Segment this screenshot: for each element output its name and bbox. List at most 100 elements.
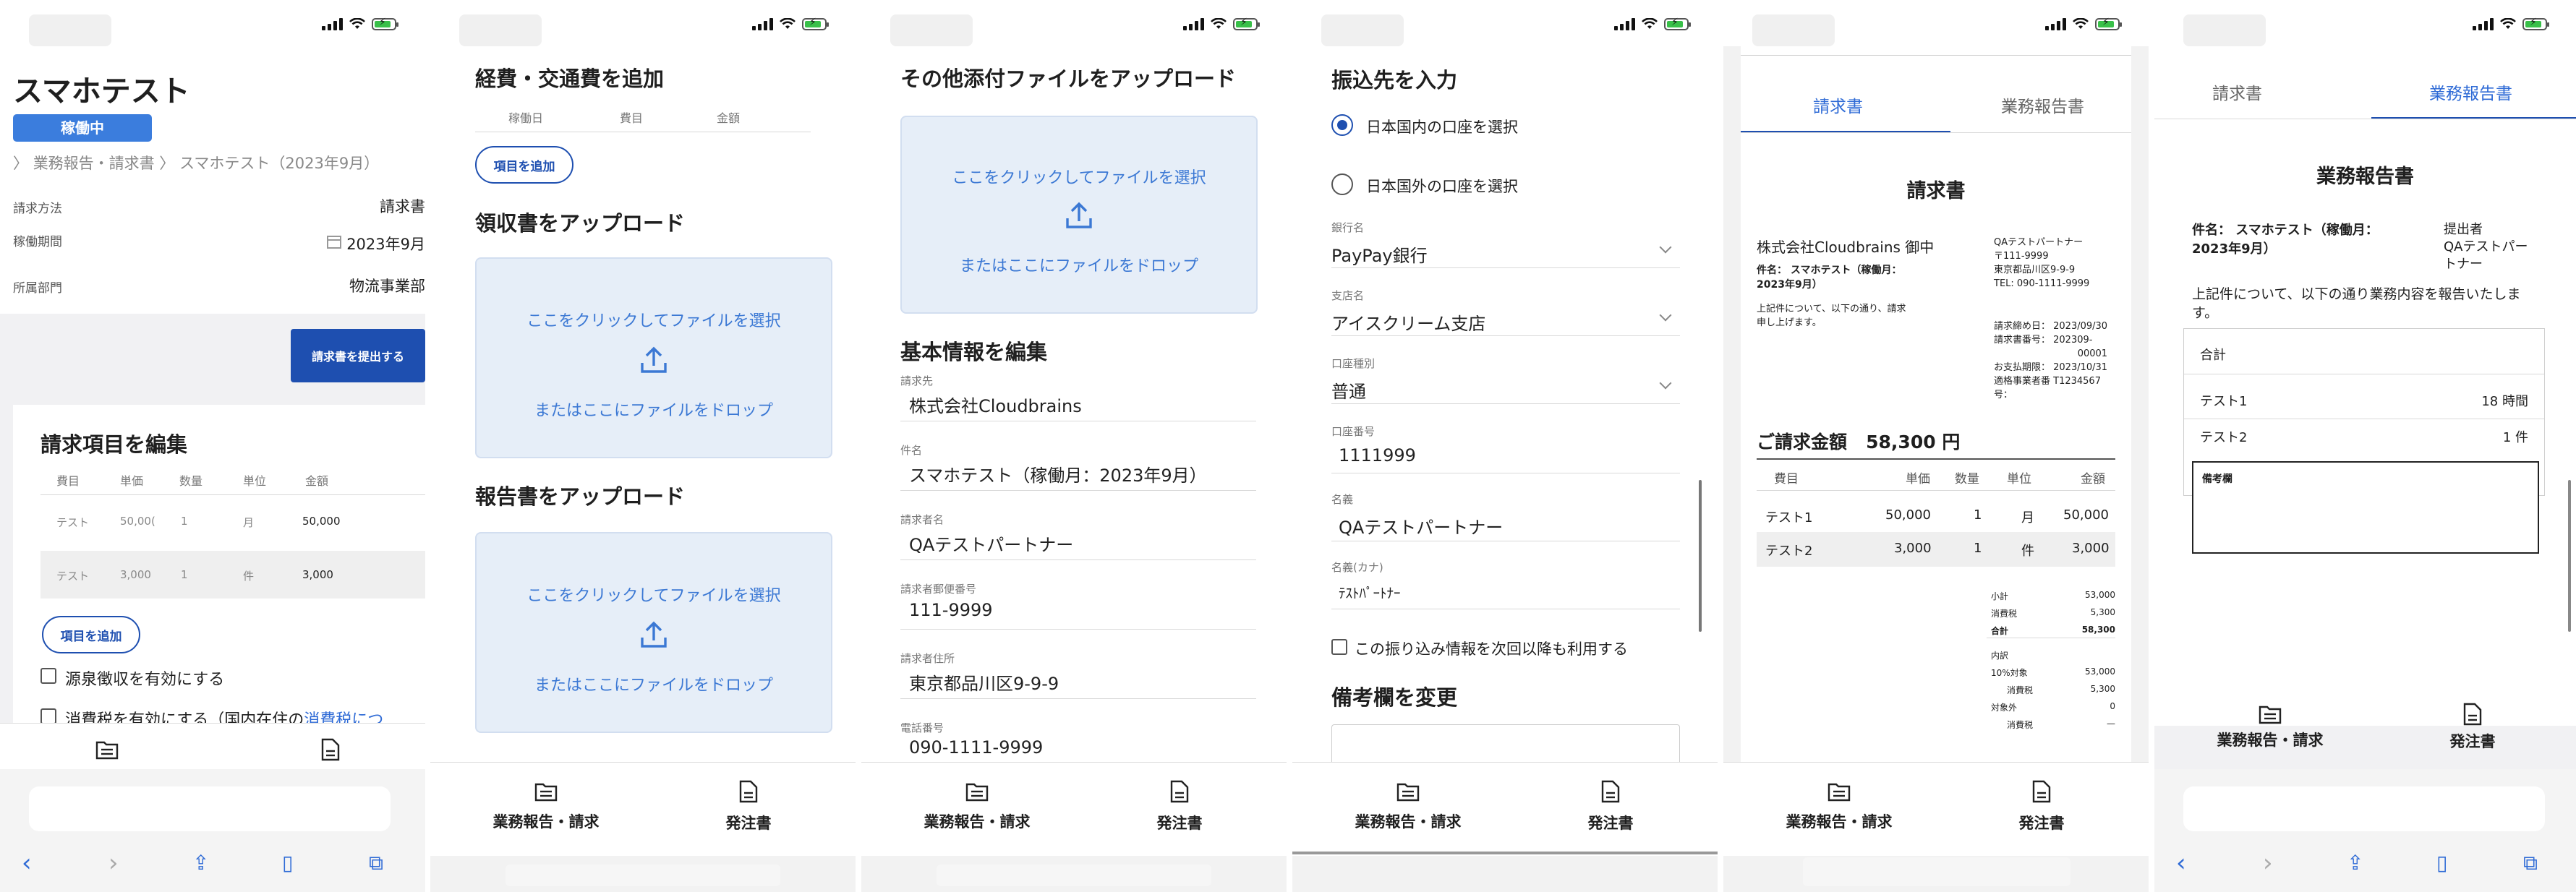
tab-purchase-orders[interactable]: 発注書 [2400,703,2545,752]
tab-purchase-orders[interactable]: 発注書 [1969,780,2114,833]
item-name[interactable]: テスト [56,515,89,530]
back-icon[interactable]: ‹ [22,849,32,878]
tab-reports-invoices[interactable]: 業務報告・請求 [890,781,1064,832]
edit-items-card: 請求項目を編集 費目 単価 数量 単位 金額 テスト 50,00( 1 月 50… [13,405,425,729]
item-qty[interactable]: 1 [181,568,188,581]
bookmarks-icon[interactable]: ▯ [282,849,293,878]
remarks-textarea[interactable] [1331,724,1680,768]
domestic-radio[interactable] [1331,114,1353,136]
item-name[interactable]: テスト [56,568,89,583]
share-icon[interactable]: ⇪ [192,849,209,878]
project-header-card: スマホテスト 稼働中 〉 業務報告・請求書 〉 スマホテスト（2023年9月） … [0,46,425,314]
bank-card: 振込先を入力 日本国内の口座を選択 日本国外の口座を選択 銀行名 PayPay銀… [1292,46,1718,768]
scrollbar[interactable] [2568,480,2571,632]
other-files-dropzone[interactable]: ここをクリックしてファイルを選択 またはここにファイルをドロップ [900,116,1258,314]
tab-purchase-orders[interactable]: 発注書 [1538,780,1683,833]
address-bar[interactable] [2183,786,2545,831]
document-icon[interactable] [321,738,340,761]
address-bar[interactable] [29,786,391,831]
postal-code-input[interactable]: 111-9999 [909,600,993,620]
status-pill [1321,14,1404,46]
tab-invoice[interactable]: 請求書 [1813,93,1863,117]
col-item: 費目 [56,474,80,488]
col-unit: 単位 [2007,472,2031,486]
account-holder-kana-input[interactable]: ﾃｽﾄﾊﾟｰﾄﾅｰ [1339,583,1401,602]
field-label: 支店名 [1331,289,1365,302]
expenses-card: 経費・交通費を追加 稼働日 費目 金額 項目を追加 領収書をアップロード ここを… [430,46,856,762]
signal-icon [2045,17,2066,30]
tab-label: 発注書 [1156,815,1203,832]
branch-select[interactable]: アイスクリーム支店 [1331,309,1485,335]
tab-purchase-orders[interactable]: 発注書 [1107,780,1252,833]
account-type-select[interactable]: 普通 [1331,377,1366,403]
tab-work-report[interactable]: 業務報告書 [2429,80,2512,104]
document-list-icon[interactable] [95,739,119,760]
scrollbar[interactable] [1699,480,1702,632]
status-icons: ⚡ [322,17,398,30]
wifi-icon [2500,18,2516,29]
screen-bank-transfer: ⚡ 振込先を入力 日本国内の口座を選択 日本国外の口座を選択 銀行名 PayPa… [1292,0,1718,892]
billing-to-input[interactable]: 株式会社Cloudbrains [909,392,1082,417]
back-icon[interactable]: ‹ [2176,849,2186,878]
total-value: 58,300 円 [1866,432,1961,453]
item-price[interactable]: 3,000 [120,568,151,581]
other-files-title: その他添付ファイルをアップロード [900,67,1237,91]
field-label: 請求者住所 [900,652,955,665]
status-bar: ⚡ [861,0,1287,46]
requester-name-input[interactable]: QAテストパートナー [909,531,1073,556]
tab-reports-invoices[interactable]: 業務報告・請求 [459,781,633,832]
forward-icon[interactable]: › [108,849,119,878]
tab-purchase-orders[interactable]: 発注書 [676,780,821,833]
reuse-checkbox[interactable] [1331,639,1347,655]
item-qty: 1 [1974,541,1982,556]
wifi-icon [2073,18,2089,29]
receipt-dropzone[interactable]: ここをクリックしてファイルを選択 またはここにファイルをドロップ [475,257,832,458]
input-underline [900,629,1256,630]
signal-icon [1614,17,1635,30]
screen-basic-info: ⚡ その他添付ファイルをアップロード ここをクリックしてファイルを選択 またはこ… [861,0,1287,892]
account-holder-input[interactable]: QAテストパートナー [1339,513,1503,539]
add-expense-button[interactable]: 項目を追加 [475,146,573,184]
item-price[interactable]: 50,00( [120,515,155,528]
account-number-input[interactable]: 1111999 [1339,445,1416,466]
tab-label: 業務報告・請求 [2217,732,2324,749]
tax-checkbox[interactable] [40,708,56,724]
share-icon[interactable]: ⇪ [2347,849,2363,878]
tab-invoice[interactable]: 請求書 [2212,80,2262,104]
address-input[interactable]: 東京都品川区9-9-9 [909,669,1059,695]
input-underline [1331,403,1680,404]
tab-label: 発注書 [2018,815,2065,832]
status-bar: ⚡ [430,0,856,46]
add-item-button[interactable]: 項目を追加 [42,616,140,653]
foreign-radio[interactable] [1331,173,1353,195]
dropzone-drag-text: またはここにファイルをドロップ [959,257,1198,275]
tabs-icon[interactable]: ⧉ [369,849,383,878]
tab-label: 業務報告・請求 [492,813,600,831]
submit-invoice-button[interactable]: 請求書を提出する [291,329,425,382]
tab-reports-invoices[interactable]: 業務報告・請求 [1321,781,1495,832]
report-dropzone[interactable]: ここをクリックしてファイルを選択 またはここにファイルをドロップ [475,532,832,733]
tabs-icon[interactable]: ⧉ [2523,849,2538,878]
battery-icon: ⚡ [1233,17,1260,30]
phone-input[interactable]: 090-1111-9999 [909,737,1043,758]
item-unit[interactable]: 件 [243,568,254,583]
sender-postal: 〒111-9999 [1994,251,2049,262]
tab-reports-invoices[interactable]: 業務報告・請求 [2183,704,2357,750]
breakdown-value: — [2107,719,2115,729]
document-list-icon [1827,783,1851,802]
tab-reports-invoices[interactable]: 業務報告・請求 [1752,781,1926,832]
item-unit[interactable]: 月 [243,515,254,530]
withholding-checkbox[interactable] [40,668,56,684]
forward-icon[interactable]: › [2263,849,2273,878]
status-bar: ⚡ [1292,0,1718,46]
subject-input[interactable]: スマホテスト（稼働月：2023年9月） [909,461,1207,486]
tab-label: 業務報告・請求 [1355,813,1462,831]
tab-work-report[interactable]: 業務報告書 [2001,93,2084,117]
bank-name-select[interactable]: PayPay銀行 [1331,241,1428,267]
bookmarks-icon[interactable]: ▯ [2436,849,2447,878]
breadcrumb: 〉 業務報告・請求書 〉 スマホテスト（2023年9月） [13,152,379,173]
breadcrumb-parent-link[interactable]: 業務報告・請求書 [33,155,155,172]
invoice-meta: 請求締め日： 2023/09/30 請求書番号： 202309- 00001 お… [1994,320,2107,402]
item-price: 50,000 [1885,507,1931,523]
item-qty[interactable]: 1 [181,515,188,528]
